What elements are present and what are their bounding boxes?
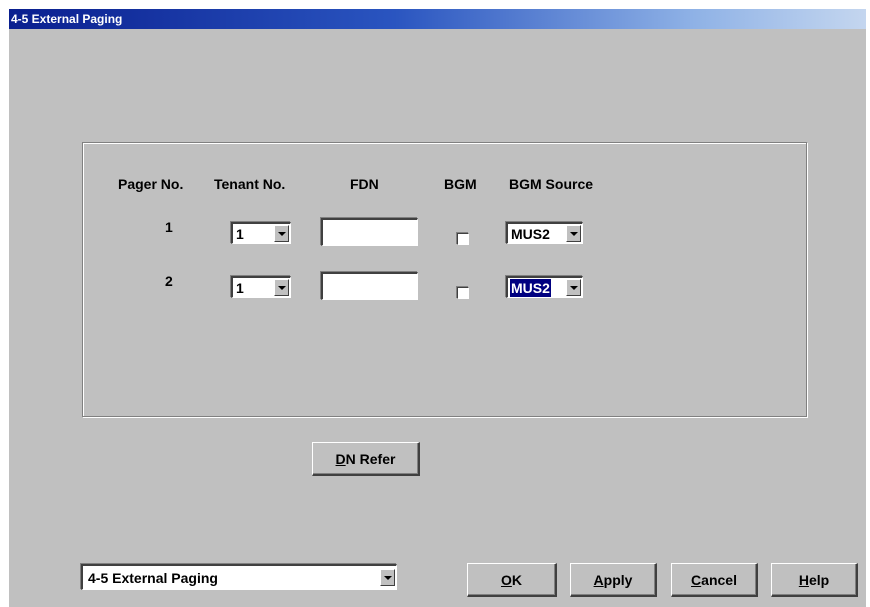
header-fdn: FDN bbox=[350, 176, 379, 192]
tenant-select-1[interactable]: 1 bbox=[231, 222, 291, 244]
tenant-value-2: 1 bbox=[236, 280, 244, 296]
dn-refer-mnemonic: D bbox=[335, 450, 346, 467]
header-bgm: BGM bbox=[444, 176, 477, 192]
dn-refer-label: N Refer bbox=[345, 450, 396, 467]
ok-button[interactable]: OK bbox=[467, 563, 557, 597]
tenant-value-1: 1 bbox=[236, 226, 244, 242]
tenant-select-2[interactable]: 1 bbox=[231, 276, 291, 298]
fdn-input-1[interactable] bbox=[321, 218, 418, 246]
bgm-source-value-2: MUS2 bbox=[510, 279, 551, 297]
ok-label: K bbox=[511, 571, 522, 588]
chevron-down-icon[interactable] bbox=[566, 225, 581, 242]
chevron-down-icon[interactable] bbox=[274, 279, 289, 296]
apply-mnemonic: A bbox=[593, 571, 604, 588]
pager-number-1: 1 bbox=[165, 219, 173, 235]
page-selector-value: 4-5 External Paging bbox=[88, 570, 218, 586]
page-selector[interactable]: 4-5 External Paging bbox=[81, 564, 397, 590]
bgm-checkbox-1[interactable] bbox=[457, 233, 469, 245]
ok-mnemonic: O bbox=[500, 571, 512, 588]
fdn-input-2[interactable] bbox=[321, 272, 418, 300]
header-pager-no: Pager No. bbox=[118, 176, 184, 192]
bgm-checkbox-2[interactable] bbox=[457, 287, 469, 299]
header-tenant-no: Tenant No. bbox=[214, 176, 286, 192]
apply-label: pply bbox=[603, 571, 633, 588]
chevron-down-icon[interactable] bbox=[380, 569, 395, 586]
cancel-mnemonic: C bbox=[691, 571, 702, 588]
help-label: elp bbox=[808, 571, 830, 588]
apply-button[interactable]: Apply bbox=[570, 563, 657, 597]
dn-refer-button[interactable]: DN Refer bbox=[312, 442, 420, 476]
pager-number-2: 2 bbox=[165, 273, 173, 289]
help-mnemonic: H bbox=[798, 571, 809, 588]
bgm-source-select-1[interactable]: MUS2 bbox=[506, 222, 583, 244]
chevron-down-icon[interactable] bbox=[274, 225, 289, 242]
dialog-window: 4-5 External Paging Pager No. Tenant No.… bbox=[9, 9, 866, 607]
header-bgm-source: BGM Source bbox=[509, 176, 594, 192]
bgm-source-value-1: MUS2 bbox=[511, 226, 550, 242]
chevron-down-icon[interactable] bbox=[566, 279, 581, 296]
cancel-button[interactable]: Cancel bbox=[671, 563, 758, 597]
window-title: 4-5 External Paging bbox=[9, 9, 866, 29]
cancel-label: ancel bbox=[701, 571, 737, 588]
bgm-source-select-2[interactable]: MUS2 bbox=[506, 276, 583, 298]
help-button[interactable]: Help bbox=[771, 563, 858, 597]
